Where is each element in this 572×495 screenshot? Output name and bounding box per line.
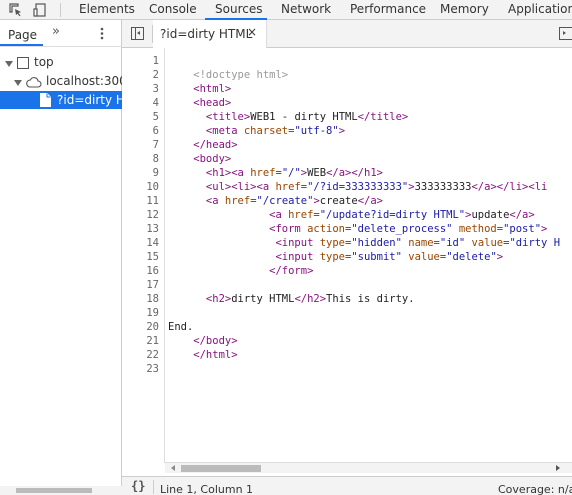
code-line: <title>WEB1 - dirty HTML</title> [168,111,409,123]
navigator-scrollbar[interactable] [0,486,122,495]
code-line: </body> [168,335,238,347]
code-line: <body> [168,153,232,165]
more-tabs-button[interactable]: » [52,24,60,39]
code-line: </html> [168,349,238,361]
line-number[interactable]: 12 [123,208,159,222]
tab-application[interactable]: Application [508,0,572,20]
tab-elements[interactable]: Elements [79,0,135,20]
inspect-element-icon[interactable] [8,2,24,18]
navigator-tab-indicator [0,44,43,46]
line-number[interactable]: 19 [123,306,159,320]
line-number[interactable]: 17 [123,278,159,292]
editor-file-tab[interactable]: ?id=dirty HTML × [153,20,267,48]
frame-icon [17,56,29,71]
editor-horizontal-scrollbar[interactable] [165,462,572,473]
line-number-gutter: 1 2 3 4 5 6 7 8 9 10 11 12 13 14 15 16 17 18 19 20 21 22 23 [122,48,165,463]
file-tab-label: ?id=dirty HTML [160,27,253,41]
file-icon [40,93,51,109]
expand-triangle-icon[interactable] [5,54,13,71]
code-line: <form action="delete_process" method="po… [168,223,548,235]
code-line: </head> [168,139,238,151]
line-number[interactable]: 15 [123,250,159,264]
coverage-status: Coverage: n/a [498,483,572,495]
close-icon[interactable]: × [247,25,257,39]
line-number[interactable]: 16 [123,264,159,278]
line-number[interactable]: 10 [123,180,159,194]
line-number[interactable]: 9 [123,166,159,180]
code-line: <meta charset="utf-8"> [168,125,346,137]
line-number[interactable]: 7 [123,138,159,152]
code-line: <head> [168,97,232,109]
pretty-print-button[interactable]: {} [131,479,145,493]
scroll-right-arrow-icon[interactable] [556,465,560,471]
line-number[interactable]: 13 [123,222,159,236]
tab-memory[interactable]: Memory [440,0,489,20]
navigator-scroll-thumb[interactable] [16,488,92,493]
tree-item-file[interactable]: ?id=dirty HTML [0,91,122,109]
code-line: <input type="submit" value="delete"> [168,251,504,263]
tab-sources[interactable]: Sources [215,0,262,20]
tree-label-origin: localhost:3000 [46,74,122,88]
code-line: </form> [168,265,314,277]
toolbar-divider [60,3,61,17]
navigator-tab-page[interactable]: Page [8,28,37,42]
line-number[interactable]: 6 [123,124,159,138]
line-number[interactable]: 2 [123,68,159,82]
line-number[interactable]: 20 [123,320,159,334]
cursor-position: Line 1, Column 1 [160,483,254,495]
line-number[interactable]: 8 [123,152,159,166]
code-line: <html> [168,83,232,95]
device-toolbar-icon[interactable] [33,2,49,18]
line-number[interactable]: 3 [123,82,159,96]
tab-network[interactable]: Network [281,0,331,20]
line-number[interactable]: 18 [123,292,159,306]
line-number[interactable]: 11 [123,194,159,208]
code-line: <ul><li><a href="/?id=333333333">3333333… [168,181,548,193]
kebab-menu-icon[interactable] [100,27,104,40]
code-line: <a href="/update?id=dirty HTML">update</… [168,209,535,221]
line-number[interactable]: 22 [123,348,159,362]
tab-console[interactable]: Console [149,0,197,20]
code-line: <h1><a href="/">WEB</a></h1> [168,167,383,179]
line-number[interactable]: 5 [123,110,159,124]
tree-item-origin[interactable]: localhost:3000 [0,72,122,90]
editor-scroll-thumb[interactable] [181,465,261,472]
navigator-header: Page » [0,20,122,47]
toggle-debugger-icon[interactable] [559,27,572,40]
tab-performance[interactable]: Performance [350,0,426,20]
sources-navigator: Page » top localhost:3000 ?id=dirty HTML [0,20,122,495]
tree-label-file: ?id=dirty HTML [57,93,122,107]
toggle-navigator-icon[interactable] [131,27,144,40]
cloud-icon [26,75,42,90]
editor-status-bar: {} Line 1, Column 1 Coverage: n/a [122,476,572,495]
tree-label-top: top [34,55,54,69]
editor-tab-strip: ?id=dirty HTML × [122,20,572,48]
code-line: <h2>dirty HTML</h2>This is dirty. [168,293,415,305]
status-divider [153,480,154,494]
line-number[interactable]: 21 [123,334,159,348]
tree-item-top[interactable]: top [0,53,122,71]
devtools-tab-bar: Elements Console Sources Network Perform… [0,0,572,20]
scroll-left-arrow-icon[interactable] [171,465,175,471]
expand-triangle-icon[interactable] [14,73,22,90]
code-line: <input type="hidden" name="id" value="di… [168,237,561,249]
line-number[interactable]: 14 [123,236,159,250]
code-line: End. [168,321,194,333]
code-editor[interactable]: <!doctype html> <html> <head> <title>WEB… [168,48,572,463]
line-number[interactable]: 4 [123,96,159,110]
line-number[interactable]: 1 [123,54,159,68]
code-line: <!doctype html> [168,69,289,81]
code-line: <a href="/create">create</a> [168,195,383,207]
line-number[interactable]: 23 [123,362,159,376]
